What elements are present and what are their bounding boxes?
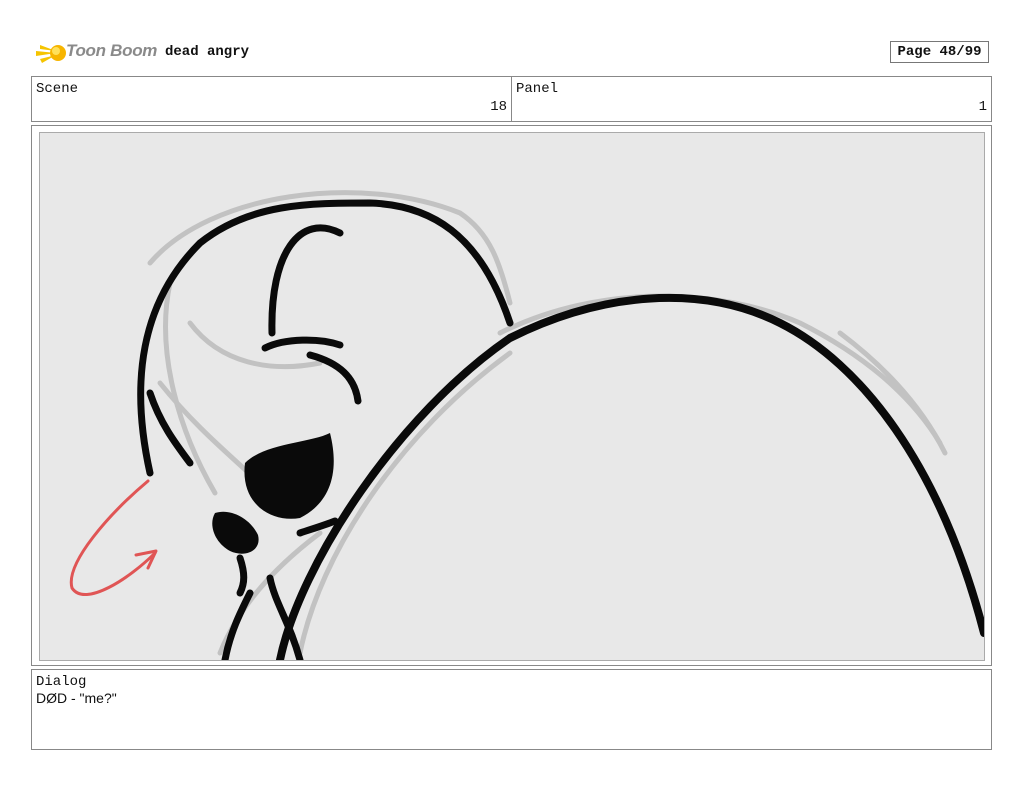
dialog-box: Dialog DØD - "me?" xyxy=(31,669,992,750)
panel-label: Panel xyxy=(516,81,559,97)
panel-cell: Panel 1 xyxy=(511,77,991,121)
sketch-illustration xyxy=(69,190,984,660)
scene-number: 18 xyxy=(490,99,507,115)
motion-arrow-icon xyxy=(69,479,158,596)
dialog-text: DØD - "me?" xyxy=(36,690,117,706)
project-title: dead angry xyxy=(165,44,250,60)
head-outline xyxy=(137,199,514,477)
chin-shadow xyxy=(212,511,259,554)
dialog-label: Dialog xyxy=(36,674,87,690)
scene-panel-row: Scene 18 Panel 1 xyxy=(31,76,992,122)
scene-label: Scene xyxy=(36,81,79,97)
panel-frame xyxy=(31,125,992,666)
logo-text: Toon Boom xyxy=(66,41,158,60)
page-indicator: Page 48/99 xyxy=(890,41,989,63)
scene-cell: Scene 18 xyxy=(32,77,511,121)
panel-drawing xyxy=(39,132,985,661)
panel-number: 1 xyxy=(978,99,987,115)
open-mouth xyxy=(244,433,334,519)
